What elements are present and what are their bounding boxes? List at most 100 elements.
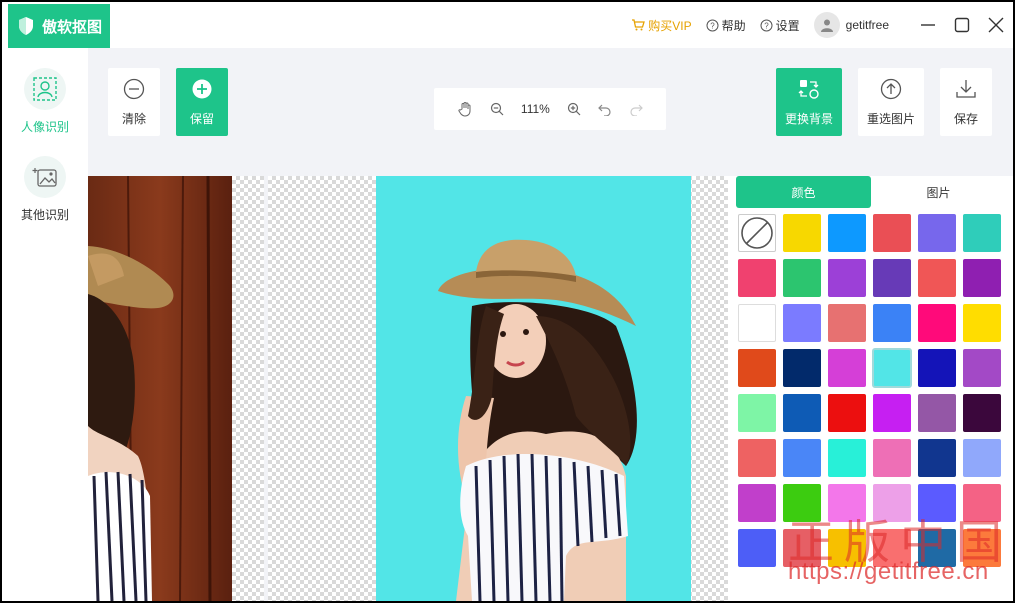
clear-label: 清除 — [121, 112, 146, 126]
color-swatch[interactable] — [918, 439, 956, 477]
sidebar: 人像识别 其他识别 — [2, 48, 88, 601]
color-swatch[interactable] — [828, 304, 866, 342]
color-swatch[interactable] — [963, 304, 1001, 342]
change-background-button[interactable]: 更换背景 — [776, 68, 842, 136]
close-icon — [988, 17, 1004, 33]
color-swatch[interactable] — [738, 484, 776, 522]
color-swatch[interactable] — [783, 349, 821, 387]
color-swatch[interactable] — [963, 214, 1001, 252]
color-swatch[interactable] — [963, 394, 1001, 432]
title-bar: 傲软抠图 购买VIP ? 帮助 ? 设置 getitfree — [2, 2, 1013, 48]
color-swatch[interactable] — [963, 259, 1001, 297]
settings-icon: ? — [760, 19, 773, 31]
close-button[interactable] — [979, 2, 1013, 48]
color-swatch[interactable] — [872, 348, 912, 388]
color-swatch[interactable] — [783, 304, 821, 342]
cart-icon — [632, 19, 646, 31]
color-swatch[interactable] — [918, 214, 956, 252]
zoom-in-icon[interactable] — [567, 102, 581, 116]
hand-icon[interactable] — [457, 101, 473, 117]
original-image-panel — [88, 176, 264, 601]
download-icon — [956, 80, 976, 98]
color-swatch[interactable] — [738, 349, 776, 387]
result-background — [376, 176, 691, 601]
sidebar-item-label: 其他识别 — [20, 208, 69, 222]
color-swatch[interactable] — [828, 394, 866, 432]
minimize-button[interactable] — [911, 2, 945, 48]
keep-button[interactable]: 保留 — [176, 68, 228, 136]
color-swatch[interactable] — [918, 259, 956, 297]
color-swatch[interactable] — [783, 214, 821, 252]
keep-label: 保留 — [189, 112, 214, 126]
tab-color[interactable]: 颜色 — [736, 176, 871, 208]
no-color-icon — [741, 217, 773, 249]
app-logo-icon — [19, 17, 33, 35]
clear-button[interactable]: 清除 — [108, 68, 160, 136]
zoom-toolbar: 111% — [434, 88, 666, 130]
color-swatch[interactable] — [873, 394, 911, 432]
help-label: 帮助 — [721, 18, 746, 33]
app-brand: 傲软抠图 — [8, 4, 110, 48]
change-background-label: 更换背景 — [784, 112, 833, 126]
minus-circle-icon — [123, 78, 145, 100]
color-swatch[interactable] — [738, 439, 776, 477]
buy-vip-label: 购买VIP — [648, 18, 692, 33]
cutout-portrait — [438, 239, 637, 601]
color-swatch[interactable] — [783, 259, 821, 297]
tab-image[interactable]: 图片 — [871, 176, 1006, 208]
no-color-swatch[interactable] — [738, 214, 776, 252]
color-swatch[interactable] — [918, 349, 956, 387]
color-swatch[interactable] — [918, 394, 956, 432]
reselect-image-button[interactable]: 重选图片 — [858, 68, 924, 136]
svg-text:?: ? — [710, 21, 715, 30]
plus-circle-icon — [192, 79, 212, 99]
portrait-detect-icon — [24, 68, 66, 110]
app-title: 傲软抠图 — [42, 18, 103, 36]
color-swatch[interactable] — [783, 394, 821, 432]
result-image-panel — [268, 176, 728, 601]
undo-icon[interactable] — [598, 102, 612, 116]
color-swatch[interactable] — [783, 439, 821, 477]
buy-vip-link[interactable]: 购买VIP — [631, 17, 692, 34]
sidebar-item-label: 人像识别 — [20, 120, 69, 134]
user-icon — [820, 19, 833, 32]
upload-icon — [880, 78, 902, 100]
color-swatch[interactable] — [873, 304, 911, 342]
color-swatch[interactable] — [873, 439, 911, 477]
color-swatch[interactable] — [738, 259, 776, 297]
app-window: 傲软抠图 购买VIP ? 帮助 ? 设置 getitfree 人像识别 其他识别… — [2, 2, 1013, 601]
zoom-out-icon[interactable] — [490, 102, 504, 116]
sidebar-item-portrait[interactable]: 人像识别 — [2, 68, 88, 135]
image-detect-icon — [24, 156, 66, 198]
color-swatch[interactable] — [873, 259, 911, 297]
color-swatch[interactable] — [828, 259, 866, 297]
settings-link[interactable]: ? 设置 — [760, 17, 800, 34]
save-label: 保存 — [953, 112, 978, 126]
swap-background-icon — [798, 80, 819, 99]
color-swatch[interactable] — [963, 349, 1001, 387]
username[interactable]: getitfree — [846, 18, 889, 32]
help-link[interactable]: ? 帮助 — [706, 17, 746, 34]
color-swatch[interactable] — [873, 214, 911, 252]
svg-text:?: ? — [764, 21, 769, 30]
settings-label: 设置 — [775, 18, 800, 33]
original-photo — [88, 176, 232, 601]
color-swatch[interactable] — [828, 349, 866, 387]
color-swatch[interactable] — [828, 214, 866, 252]
reselect-image-label: 重选图片 — [866, 112, 915, 126]
avatar[interactable] — [813, 12, 840, 38]
color-swatch[interactable] — [918, 304, 956, 342]
color-swatch[interactable] — [738, 304, 776, 342]
maximize-button[interactable] — [945, 2, 979, 48]
minimize-icon — [921, 24, 935, 26]
color-swatch[interactable] — [828, 439, 866, 477]
zoom-level: 111% — [520, 102, 550, 116]
canvas-area[interactable] — [88, 176, 728, 601]
sidebar-item-other[interactable]: 其他识别 — [2, 156, 88, 223]
color-swatch[interactable] — [738, 529, 776, 567]
redo-icon[interactable] — [629, 102, 644, 116]
color-swatch[interactable] — [963, 439, 1001, 477]
save-button[interactable]: 保存 — [940, 68, 992, 136]
help-icon: ? — [706, 19, 719, 31]
color-swatch[interactable] — [738, 394, 776, 432]
